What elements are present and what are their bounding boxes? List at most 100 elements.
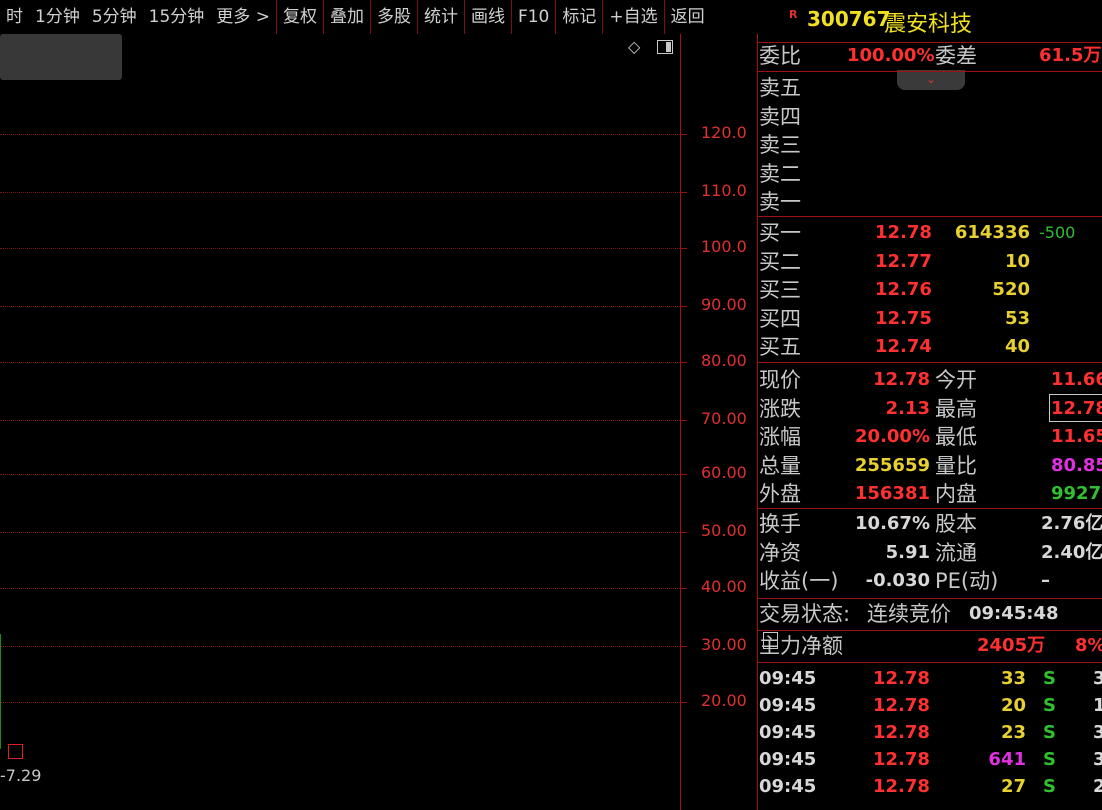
axis-label: 50.00	[701, 521, 747, 540]
buy-level-volume: 10	[1004, 250, 1030, 272]
axis-label: 70.00	[701, 409, 747, 428]
quote-panel: R 300767 震安科技 委比 100.00% 委差 61.5万 ⌄ 卖五 卖四…	[757, 0, 1102, 810]
divider	[757, 598, 1102, 599]
tick-row: 09:45 12.78 20 S 1	[757, 692, 1102, 720]
toolbar-item[interactable]: 15分钟	[143, 0, 211, 34]
trade-status-value: 连续竞价	[867, 602, 951, 626]
tick-time: 09:45	[759, 668, 817, 689]
quote-label: 内盘	[935, 482, 977, 506]
tick-side: S	[1043, 722, 1056, 743]
fundamental-value: 5.91	[885, 541, 930, 563]
tick-price: 12.78	[873, 695, 930, 716]
tick-count: 3	[1093, 749, 1102, 770]
grid-line	[0, 192, 680, 193]
toolbar-item[interactable]: +自选	[602, 0, 663, 34]
main-force-row[interactable]: 主力净额 2405万 8%	[757, 632, 1102, 660]
buy-level-label: 买一	[759, 221, 801, 245]
chart-info-overlay	[0, 34, 122, 80]
tick-time: 09:45	[759, 695, 817, 716]
tick-side: S	[1043, 749, 1056, 770]
toolbar-item[interactable]: 标记	[555, 0, 602, 34]
toolbar-item[interactable]: 画线	[463, 0, 511, 34]
sell-level-row: 卖一	[757, 188, 1102, 216]
tick-side: S	[1043, 776, 1056, 797]
divider	[757, 216, 1102, 217]
tick-volume: 33	[1000, 668, 1026, 689]
trade-status-label: 交易状态:	[759, 602, 851, 626]
axis-label: 90.00	[701, 295, 747, 314]
buy-level-row: 买二 12.77 10	[757, 248, 1102, 276]
toolbar-item[interactable]: 时	[0, 0, 29, 34]
tick-row: 09:45 12.78 27 S 2	[757, 773, 1102, 801]
panel-toggle-icon[interactable]	[657, 40, 673, 54]
axis-tick	[681, 192, 687, 193]
main-force-pct: 8%	[1075, 635, 1102, 656]
stock-header[interactable]: R 300767 震安科技	[757, 0, 1102, 43]
kline-chart-area[interactable]: ◇ -7.29	[0, 34, 680, 810]
toolbar-item[interactable]: 叠加	[322, 0, 370, 34]
quote-label: 现价	[759, 368, 801, 392]
axis-label: 40.00	[701, 577, 747, 596]
price-bar	[0, 634, 1, 749]
stock-name: 震安科技	[884, 12, 973, 37]
axis-label: 120.0	[701, 123, 747, 142]
tick-price: 12.78	[873, 668, 930, 689]
axis-tick	[681, 248, 687, 249]
quote-value: 255659	[854, 454, 930, 476]
fundamental-label: PE(动)	[935, 569, 999, 593]
toolbar-item[interactable]: 5分钟	[86, 0, 143, 34]
grid-line	[0, 702, 680, 703]
toolbar-item[interactable]: 更多 >	[210, 0, 276, 34]
quote-label: 外盘	[759, 482, 801, 506]
quote-label: 今开	[935, 368, 977, 392]
buy-level-change: -500	[1039, 223, 1076, 242]
commission-ratio-value: 100.00%	[847, 45, 935, 66]
axis-tick	[681, 362, 687, 363]
buy-level-volume: 40	[1004, 336, 1030, 357]
grid-line	[0, 362, 680, 363]
toolbar-item[interactable]: 1分钟	[29, 0, 86, 34]
quote-value: 156381	[854, 483, 930, 504]
toolbar-item[interactable]: 统计	[416, 0, 464, 34]
quote-label: 涨跌	[759, 396, 801, 421]
divider	[757, 71, 1102, 72]
toolbar-item[interactable]: 返回	[663, 0, 711, 34]
divider	[757, 662, 1102, 663]
buy-level-volume: 53	[1004, 307, 1030, 329]
buy-level-price: 12.77	[875, 250, 932, 272]
main-force-value: 2405万	[977, 635, 1046, 656]
commission-row: 委比 100.00% 委差 61.5万	[757, 42, 1102, 70]
list-icon[interactable]	[763, 632, 778, 649]
quote-value: 99278	[1051, 483, 1102, 504]
axis-tick	[681, 134, 687, 135]
axis-label: 30.00	[701, 635, 747, 654]
tick-volume: 20	[1000, 695, 1026, 716]
axis-tick	[681, 532, 687, 533]
toolbar-item[interactable]: 多股	[369, 0, 417, 34]
grid-line	[0, 532, 680, 533]
fundamental-label: 换手	[759, 512, 801, 536]
buy-level-label: 买五	[759, 335, 801, 359]
chart-toolbar: 时 1分钟 5分钟 15分钟 更多 > 复权 叠加 多股 统计 画线 F10 标记 +自选 返回	[0, 0, 758, 34]
axis-label: 60.00	[701, 463, 747, 482]
quote-value: 11.66	[1051, 369, 1102, 390]
commission-diff-label: 委差	[935, 44, 977, 68]
diamond-icon[interactable]: ◇	[628, 39, 644, 55]
fundamental-row: 净资 5.91 流通 2.40亿	[757, 539, 1102, 567]
price-axis: 120.0 110.0 100.0 90.00 80.00 70.00 60.00 50.00…	[680, 34, 758, 810]
toolbar-item[interactable]: F10	[510, 0, 555, 34]
buy-level-price: 12.74	[875, 336, 932, 357]
fundamental-label: 股本	[935, 512, 977, 536]
axis-tick	[681, 588, 687, 589]
quote-label: 最低	[935, 425, 977, 449]
tick-row: 09:45 12.78 641 S 3	[757, 746, 1102, 774]
tick-count: 3	[1093, 668, 1102, 689]
buy-level-price: 12.78	[875, 222, 932, 243]
fundamental-value: 2.76亿	[1041, 513, 1102, 534]
sell-level-row: 卖二	[757, 160, 1102, 188]
buy-level-label: 买三	[759, 278, 801, 302]
toolbar-item[interactable]: 复权	[275, 0, 323, 34]
sell-level-row: 卖五	[757, 74, 1102, 102]
quote-row: 总量 255659 量比 80.85	[757, 452, 1102, 480]
tick-count: 2	[1093, 776, 1102, 797]
